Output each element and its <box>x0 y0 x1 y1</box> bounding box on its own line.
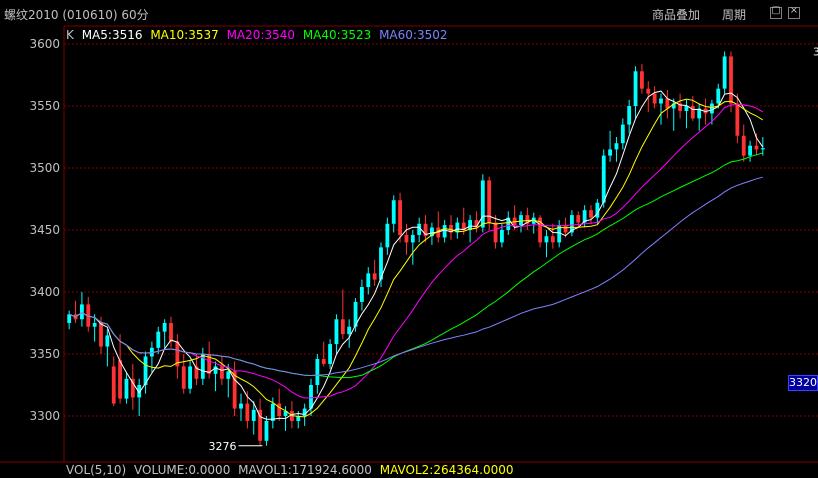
candle-body <box>309 385 313 409</box>
candle-body <box>614 143 619 150</box>
candle-body <box>722 56 727 89</box>
legend-k: K <box>66 28 74 42</box>
candle-body <box>729 56 733 104</box>
legend-ma5: MA5:3516 <box>81 28 143 42</box>
candle-body <box>741 135 746 156</box>
candle-body <box>277 403 282 416</box>
candle-body <box>519 215 523 226</box>
legend-ma60: MA60:3502 <box>379 28 448 42</box>
candle-body <box>710 103 714 114</box>
candle-body <box>181 366 186 389</box>
candle-body <box>334 319 339 345</box>
candle-body <box>251 409 256 421</box>
candle-body <box>92 323 97 327</box>
candle-body <box>226 371 231 379</box>
candle-body <box>716 88 721 104</box>
candle-body <box>99 323 103 347</box>
candle-body <box>220 366 224 379</box>
candle-body <box>563 225 568 233</box>
candle-body <box>748 145 752 156</box>
candle-body <box>321 358 326 364</box>
candle-body <box>118 360 122 399</box>
candle-body <box>442 225 447 238</box>
candle-body <box>398 200 402 235</box>
candle-body <box>188 366 192 389</box>
candle-body <box>385 223 390 248</box>
footer-vol: VOL(5,10) <box>66 463 127 477</box>
y-tick-label: 3350 <box>29 347 60 361</box>
y-tick-label: 3400 <box>29 285 60 299</box>
y-tick-label: 3500 <box>29 161 60 175</box>
ma60-line <box>69 176 763 377</box>
candle-body <box>690 106 695 119</box>
y-tick-label: 3600 <box>29 37 60 51</box>
y-tick-label: 3300 <box>29 409 60 423</box>
footer-mavol2: MAVOL2:264364.0000 <box>379 463 514 477</box>
candle-body <box>646 88 651 94</box>
candle-body <box>366 273 371 288</box>
candle-body <box>760 148 765 150</box>
footer-volume: VOLUME:0.0000 <box>134 463 231 477</box>
candle-body <box>652 93 657 104</box>
candle-body <box>264 420 269 441</box>
candle-body <box>627 106 632 125</box>
footer-mavol1: MAVOL1:171924.6000 <box>238 463 372 477</box>
ma40-line <box>69 152 763 379</box>
candle-body <box>328 344 332 364</box>
volume-footer: VOL(5,10) VOLUME:0.0000 MAVOL1:171924.60… <box>66 463 518 477</box>
candle-body <box>315 358 320 385</box>
candle-body <box>620 124 625 144</box>
candle-body <box>589 210 593 218</box>
candle-body <box>239 403 243 409</box>
candle-body <box>550 236 555 243</box>
y-tick-label: 3550 <box>29 99 60 113</box>
candle-body <box>493 222 498 243</box>
candle-body <box>360 287 364 302</box>
candle-body <box>156 331 161 348</box>
price-annotation: 3276 <box>208 440 236 453</box>
candle-body <box>80 304 84 320</box>
candle-body <box>124 378 129 399</box>
candle-body <box>480 180 485 228</box>
ma10-line <box>69 98 764 418</box>
candle-body <box>245 403 250 421</box>
current-price-box: 3320 <box>788 375 818 391</box>
candle-body <box>754 145 759 150</box>
legend-ma40: MA40:3523 <box>302 28 372 42</box>
candle-body <box>659 98 663 104</box>
candle-body <box>608 149 612 156</box>
price-annotation: 3594 <box>813 45 818 58</box>
candle-body <box>372 273 377 280</box>
candle-body <box>633 71 638 106</box>
candle-body <box>162 323 167 332</box>
candle-body <box>544 236 549 243</box>
candle-body <box>404 234 409 243</box>
ma5-line <box>69 90 764 420</box>
candle-body <box>391 200 396 224</box>
candle-body <box>601 155 606 203</box>
candle-body <box>640 71 644 89</box>
candle-body <box>105 335 110 347</box>
legend-ma10: MA10:3537 <box>150 28 219 42</box>
candle-body <box>67 314 72 323</box>
candle-body <box>270 403 275 421</box>
candle-body <box>735 103 740 136</box>
candle-body <box>500 230 504 243</box>
y-tick-label: 3450 <box>29 223 60 237</box>
candle-body <box>347 326 352 335</box>
candle-body <box>576 215 581 223</box>
ma-legend: K MA5:3516 MA10:3537 MA20:3540 MA40:3523… <box>66 28 451 42</box>
candlestick-chart[interactable]: 3300 3350 3400 3450 3500 3550 3600 3594 3276 <box>0 0 818 478</box>
candle-body <box>169 323 173 342</box>
candle-body <box>665 98 670 109</box>
legend-ma20: MA20:3540 <box>226 28 295 42</box>
candle-body <box>111 366 116 404</box>
candle-body <box>410 234 415 243</box>
candle-body <box>340 319 345 335</box>
